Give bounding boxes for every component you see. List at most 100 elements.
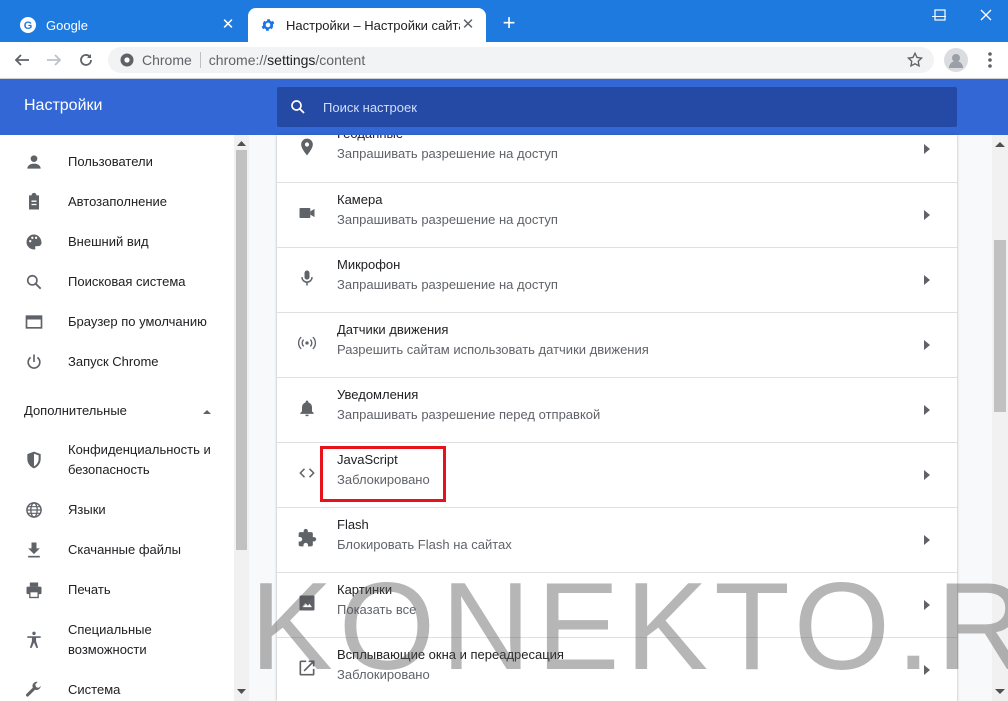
sidebar-scrollbar-thumb[interactable] [236,150,247,550]
back-icon[interactable] [10,48,34,72]
content-setting-row[interactable]: Микрофон Запрашивать разрешение на доступ [277,247,957,312]
tab-title: Google [46,17,88,33]
sidebar-item-accessibility[interactable]: Специальные возможности [0,620,234,660]
chevron-right-icon[interactable] [923,535,931,545]
sidebar-item-privacy[interactable]: Конфиденциальность и безопасность [0,440,234,480]
globe-icon [26,502,42,518]
sidebar-item-label: Система [68,682,121,697]
sidebar-item-system[interactable]: Система [0,680,234,700]
microphone-icon [301,270,313,286]
tab-close-icon[interactable]: ✕ [220,17,236,33]
maximize-icon[interactable] [934,9,946,21]
search-icon [291,100,305,114]
chevron-up-icon[interactable] [202,407,212,417]
forward-icon[interactable] [42,48,66,72]
sidebar-item-users[interactable]: Пользователи [0,152,234,172]
svg-text:G: G [24,20,33,32]
code-icon [299,468,315,478]
person-icon [27,155,41,169]
browser-toolbar: Chrome chrome://settings/content [0,42,1008,79]
row-subtitle: Запрашивать разрешение перед отправкой [337,407,601,422]
tab-close-icon[interactable]: ✕ [460,17,476,33]
sidebar-item-default-browser[interactable]: Браузер по умолчанию [0,312,234,332]
chrome-icon [120,53,134,67]
sidebar-item-search-engine[interactable]: Поисковая система [0,272,234,292]
scroll-down-icon[interactable] [237,689,246,695]
motion-sensor-icon [297,336,317,350]
sidebar-item-label: Пользователи [68,154,153,169]
sidebar-item-on-startup[interactable]: Запуск Chrome [0,352,234,372]
main-scrollbar-thumb[interactable] [994,240,1006,412]
tab-settings[interactable]: Настройки – Настройки сайта ✕ [248,8,486,42]
sidebar-item-downloads[interactable]: Скачанные файлы [0,540,234,560]
sidebar-item-label: Специальные возможности [68,622,152,657]
location-pin-icon [301,138,313,156]
row-title: Датчики движения [337,322,449,337]
content-setting-row[interactable]: Уведомления Запрашивать разрешение перед … [277,377,957,442]
settings-header: Настройки [0,79,1008,135]
profile-avatar-icon[interactable] [944,48,968,72]
omnibox-divider [199,52,201,68]
sidebar-item-label: Языки [68,502,106,517]
download-icon [28,542,40,558]
advanced-section-toggle[interactable]: Дополнительные [24,403,127,418]
new-tab-icon[interactable]: + [498,12,520,34]
reload-icon[interactable] [74,48,98,72]
sidebar-item-label: Автозаполнение [68,194,168,209]
bookmark-star-icon[interactable] [906,51,924,69]
sidebar-item-printing[interactable]: Печать [0,580,234,600]
advanced-label: Дополнительные [24,403,127,418]
sidebar-item-autofill[interactable]: Автозаполнение [0,192,234,212]
row-subtitle: Блокировать Flash на сайтах [337,537,512,552]
chevron-right-icon[interactable] [923,470,931,480]
chevron-right-icon[interactable] [923,144,931,154]
palette-icon [26,234,42,250]
chevron-right-icon[interactable] [923,340,931,350]
row-title: Геоданные [337,135,403,141]
search-icon [26,274,42,290]
chevron-right-icon[interactable] [923,405,931,415]
row-subtitle: Запрашивать разрешение на доступ [337,146,558,161]
kebab-menu-icon[interactable] [980,50,1000,70]
wrench-icon [25,681,41,697]
sidebar-item-label: Скачанные файлы [68,542,181,557]
sidebar-item-label: Запуск Chrome [68,354,159,369]
chevron-right-icon[interactable] [923,210,931,220]
sidebar-item-languages[interactable]: Языки [0,500,234,520]
page-title: Настройки [24,97,103,114]
highlight-box [320,446,446,502]
content-setting-row[interactable]: Геоданные Запрашивать разрешение на досту… [277,135,957,182]
puzzle-icon [298,528,317,547]
scroll-up-icon[interactable] [995,141,1005,147]
row-subtitle: Разрешить сайтам использовать датчики дв… [337,342,649,357]
bell-icon [300,400,314,417]
sidebar: Пользователи Автозаполнение Внешний вид … [0,135,234,701]
shield-icon [27,451,41,469]
accessibility-icon [27,631,41,648]
scroll-up-icon[interactable] [237,140,246,146]
row-subtitle: Запрашивать разрешение на доступ [337,212,558,227]
row-title: Микрофон [337,257,401,272]
power-icon [27,354,41,369]
settings-search[interactable] [277,87,957,127]
origin-label: Chrome [142,52,192,68]
content-setting-row[interactable]: Датчики движения Разрешить сайтам использ… [277,312,957,377]
chevron-right-icon[interactable] [923,275,931,285]
sidebar-item-appearance[interactable]: Внешний вид [0,232,234,252]
row-title: Камера [337,192,383,207]
camera-icon [299,208,315,218]
sidebar-item-label: Браузер по умолчанию [68,314,207,329]
content-setting-row[interactable]: Камера Запрашивать разрешение на доступ [277,182,957,247]
tab-title: Настройки – Настройки сайта [286,17,460,33]
clipboard-icon [29,192,39,210]
row-title: Уведомления [337,387,419,402]
address-bar[interactable]: Chrome chrome://settings/content [108,47,934,73]
watermark: KONEKTO.RU [250,558,1008,696]
sidebar-item-label: Печать [68,582,111,597]
search-input[interactable] [321,98,885,116]
tab-google[interactable]: G Google ✕ [8,8,246,42]
sidebar-item-label: Конфиденциальность и безопасность [68,442,211,477]
sidebar-item-label: Внешний вид [68,234,149,249]
browser-window-icon [25,315,43,329]
close-window-icon[interactable] [980,9,992,21]
